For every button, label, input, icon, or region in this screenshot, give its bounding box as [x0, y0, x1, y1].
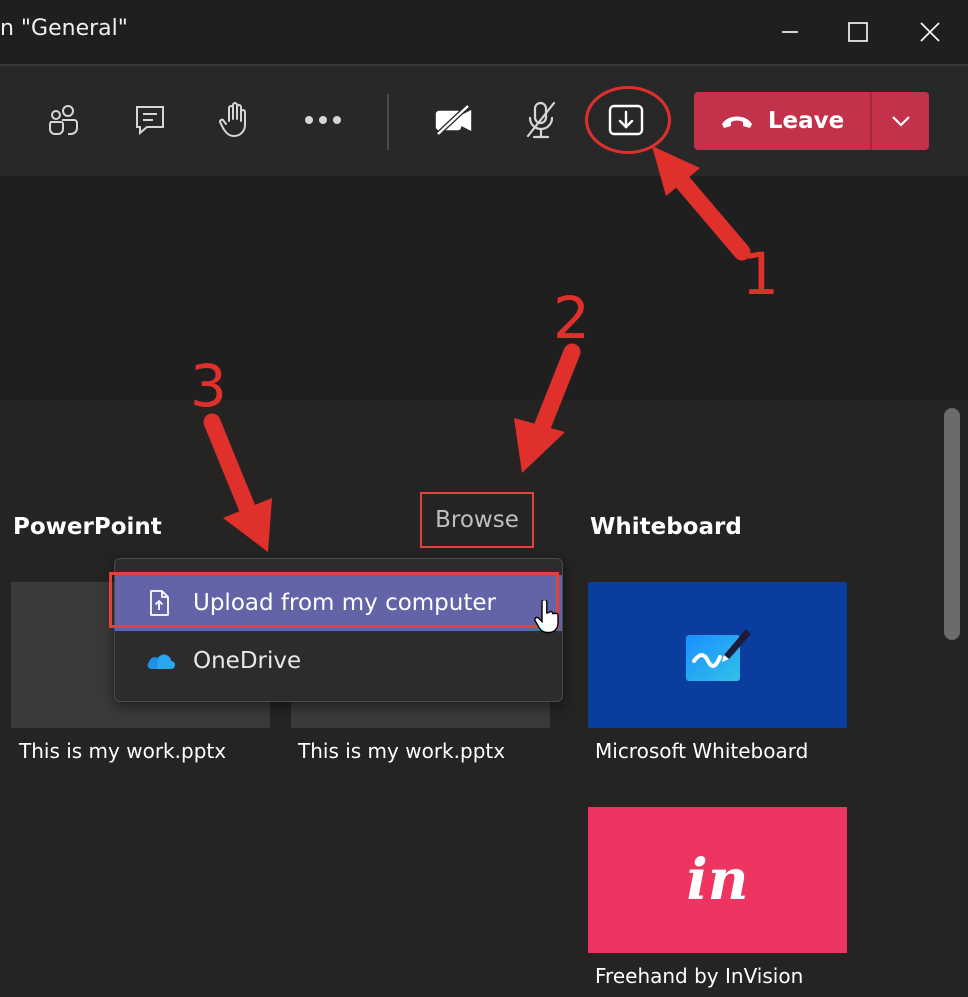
browse-button[interactable]: Browse: [420, 492, 534, 548]
upload-item-highlight: [109, 572, 559, 628]
meeting-toolbar: Leave: [0, 66, 968, 176]
chat-button[interactable]: [124, 94, 176, 146]
invision-freehand-tile[interactable]: in: [588, 807, 847, 953]
invision-caption: Freehand by InVision: [595, 964, 804, 988]
mic-off-icon: [526, 101, 556, 139]
participants-button[interactable]: [37, 94, 89, 146]
invision-logo: in: [686, 847, 749, 913]
leave-label: Leave: [767, 108, 845, 134]
annotation-step-1: 1: [742, 240, 779, 308]
onedrive-item[interactable]: OneDrive: [115, 633, 562, 689]
minimize-icon: [782, 31, 798, 33]
close-icon: [920, 22, 940, 42]
more-options-icon: [305, 116, 341, 124]
hang-up-icon: [721, 116, 752, 128]
onedrive-icon: [147, 654, 175, 669]
share-button-highlight: [585, 86, 671, 154]
leave-button[interactable]: Leave: [694, 92, 870, 150]
raise-hand-button[interactable]: [209, 94, 261, 146]
whiteboard-caption: Microsoft Whiteboard: [595, 739, 809, 763]
whiteboard-logo-icon: [685, 629, 751, 681]
maximize-icon: [848, 22, 868, 42]
chat-icon: [136, 106, 164, 136]
leave-button-group: Leave: [694, 92, 929, 150]
pptx-caption-1: This is my work.pptx: [19, 739, 227, 763]
microsoft-whiteboard-tile[interactable]: [588, 582, 847, 728]
onedrive-label: OneDrive: [193, 648, 302, 674]
powerpoint-heading: PowerPoint: [13, 514, 162, 540]
minimize-button[interactable]: [770, 14, 810, 50]
window-title: n "General": [0, 16, 128, 41]
title-bar: n "General": [0, 0, 968, 66]
annotation-step-2: 2: [553, 284, 590, 352]
chevron-down-icon: [891, 116, 910, 127]
microphone-button[interactable]: [515, 94, 567, 146]
scrollbar[interactable]: [944, 408, 960, 640]
more-options-button[interactable]: [297, 94, 349, 146]
close-button[interactable]: [910, 14, 950, 50]
camera-off-icon: [435, 104, 472, 136]
hand-cursor-icon: [534, 600, 559, 634]
raise-hand-icon: [219, 102, 246, 138]
pptx-caption-2: This is my work.pptx: [298, 739, 506, 763]
toolbar-separator: [387, 94, 389, 150]
meeting-stage: [0, 176, 968, 400]
whiteboard-heading: Whiteboard: [590, 514, 742, 540]
participants-icon: [49, 105, 78, 135]
annotation-step-3: 3: [190, 352, 227, 420]
maximize-button[interactable]: [838, 14, 878, 50]
camera-button[interactable]: [428, 94, 480, 146]
leave-options-button[interactable]: [872, 92, 929, 150]
browse-label: Browse: [435, 507, 519, 533]
